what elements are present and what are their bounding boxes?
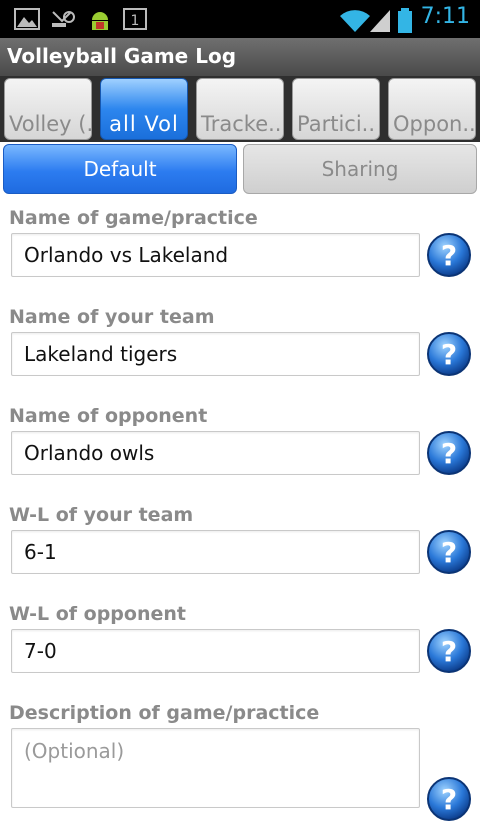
svg-text:?: ? — [441, 635, 457, 668]
description-label: Description of game/practice — [9, 702, 320, 724]
opponent-record-label: W-L of opponent — [9, 603, 186, 625]
tab-volleyball-active[interactable]: all Vol — [100, 78, 188, 140]
picture-icon — [14, 8, 40, 30]
notification-count-icon: 1 — [123, 8, 147, 30]
svg-text:?: ? — [441, 239, 457, 272]
help-icon[interactable]: ? — [426, 430, 472, 476]
signal-icon — [370, 10, 390, 32]
tab-tracker[interactable]: Tracke.. — [196, 78, 284, 140]
svg-text:?: ? — [441, 338, 457, 371]
your-team-record-label: W-L of your team — [9, 504, 194, 526]
wifi-icon — [340, 10, 370, 32]
battery-icon — [398, 8, 412, 33]
clock: 7:11 — [420, 4, 470, 29]
help-icon[interactable]: ? — [426, 776, 472, 822]
tab-label: Volley (.. — [9, 112, 92, 136]
opponent-name-input[interactable]: Orlando owls — [11, 431, 420, 475]
sharing-segment-button[interactable]: Sharing — [243, 144, 477, 194]
tab-label: Oppon.. — [393, 112, 476, 136]
description-textarea[interactable]: (Optional) — [11, 728, 420, 808]
help-icon[interactable]: ? — [426, 232, 472, 278]
your-team-input[interactable]: Lakeland tigers — [11, 332, 420, 376]
status-bar: 1 7:11 — [0, 0, 480, 38]
help-icon[interactable]: ? — [426, 628, 472, 674]
missed-call-icon — [52, 11, 75, 27]
opponent-name-label: Name of opponent — [9, 405, 208, 427]
tab-strip: Volley (.. all Vol Tracke.. Partici.. Op… — [0, 76, 480, 142]
help-icon[interactable]: ? — [426, 331, 472, 377]
android-debug-icon — [92, 12, 108, 30]
app-title-bar: Volleyball Game Log — [0, 38, 480, 77]
tab-participants[interactable]: Partici.. — [292, 78, 380, 140]
app-title: Volleyball Game Log — [7, 44, 237, 68]
svg-text:?: ? — [441, 536, 457, 569]
opponent-record-input[interactable]: 7-0 — [11, 629, 420, 673]
svg-text:?: ? — [441, 437, 457, 470]
tab-label: all Vol — [109, 112, 179, 136]
tab-volley[interactable]: Volley (.. — [4, 78, 92, 140]
tab-opponent[interactable]: Oppon.. — [388, 78, 476, 140]
tab-label: Tracke.. — [201, 112, 282, 136]
default-segment-button[interactable]: Default — [3, 144, 237, 194]
your-team-record-input[interactable]: 6-1 — [11, 530, 420, 574]
notification-count: 1 — [131, 13, 140, 29]
game-name-label: Name of game/practice — [9, 207, 258, 229]
tab-label: Partici.. — [297, 112, 376, 136]
your-team-label: Name of your team — [9, 306, 215, 328]
help-icon[interactable]: ? — [426, 529, 472, 575]
game-name-input[interactable]: Orlando vs Lakeland — [11, 233, 420, 277]
